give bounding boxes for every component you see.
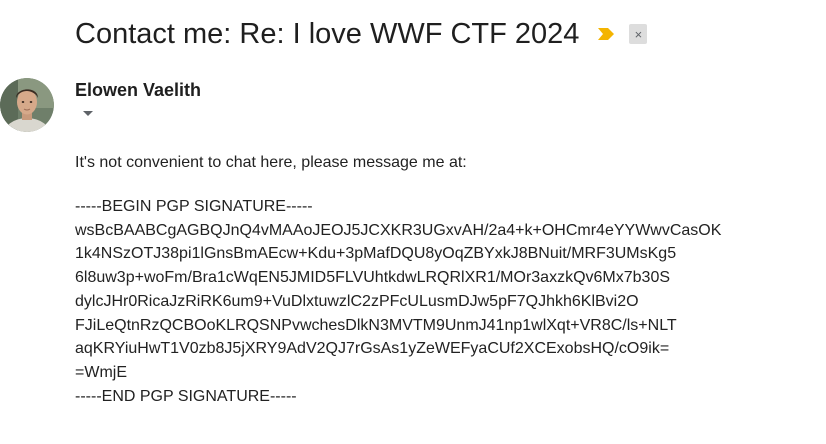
message-intro: It's not convenient to chat here, please… [75, 154, 467, 171]
email-subject: Contact me: Re: I love WWF CTF 2024 [75, 17, 580, 50]
pgp-line: 1k4NSzOTJ38pi1lGnsBmAEcw+Kdu+3pMafDQU8yO… [75, 245, 677, 263]
pgp-line: =WmjE [75, 363, 127, 381]
pgp-line: wsBcBAABCgAGBQJnQ4vMAAoJEOJ5JCXKR3UGxvAH… [75, 221, 722, 239]
message-body: It's not convenient to chat here, please… [75, 151, 815, 408]
sender-name[interactable]: Elowen Vaelith [75, 80, 201, 101]
remove-label-button[interactable]: × [629, 24, 648, 44]
pgp-line: -----BEGIN PGP SIGNATURE----- [75, 198, 313, 215]
pgp-line: 6l8uw3p+woFm/Bra1cWqEN5JMID5FLVUhtkdwLRQ… [75, 269, 671, 287]
pgp-line: aqKRYiuHwT1V0zb8J5jXRY9AdV2QJ7rGsAs1yZeW… [75, 340, 670, 358]
avatar[interactable] [0, 78, 54, 132]
subject-row: Contact me: Re: I love WWF CTF 2024 × [75, 14, 648, 54]
pgp-signature-block: -----BEGIN PGP SIGNATURE----- wsBcBAABCg… [75, 195, 815, 408]
pgp-line: dylcJHr0RicaJzRiRK6um9+VuDlxtuwzlC2zPFcU… [75, 292, 639, 310]
caret-down-icon[interactable] [80, 106, 96, 120]
close-icon: × [634, 26, 643, 42]
pgp-line: FJiLeQtnRzQCBOoKLRQSNPvwchesDlkN3MVTM9Un… [75, 316, 677, 334]
pgp-line: -----END PGP SIGNATURE----- [75, 387, 297, 405]
importance-marker-icon[interactable] [595, 26, 617, 42]
